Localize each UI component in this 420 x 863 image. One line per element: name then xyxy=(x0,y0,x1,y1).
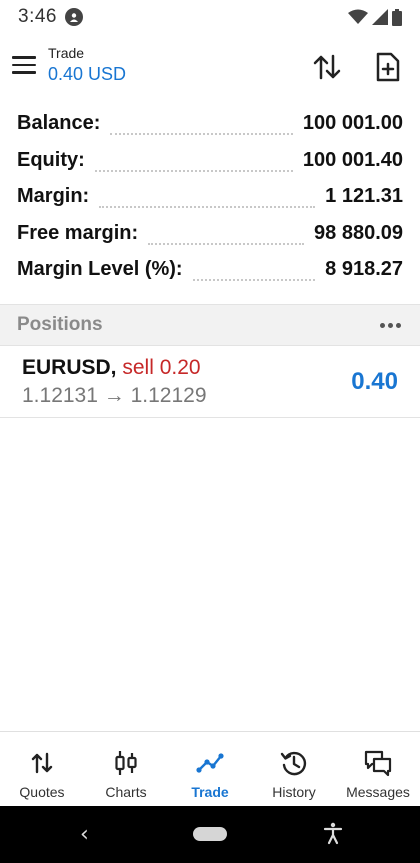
new-order-icon[interactable] xyxy=(374,52,402,82)
nav-label: Messages xyxy=(346,784,410,800)
trade-icon xyxy=(196,753,224,773)
nav-label: Trade xyxy=(191,784,229,800)
dot-leader xyxy=(110,125,293,136)
position-prices: 1.12131 → 1.12129 xyxy=(22,384,207,408)
summary-label: Equity: xyxy=(17,148,85,171)
position-profit: 0.40 xyxy=(351,368,398,395)
charts-icon xyxy=(115,751,137,775)
open-price: 1.12131 xyxy=(22,384,98,407)
summary-row-margin-level: Margin Level (%): 8 918.27 xyxy=(0,258,420,295)
more-options-icon[interactable] xyxy=(378,317,403,334)
summary-label: Margin Level (%): xyxy=(17,258,183,280)
quotes-icon xyxy=(31,752,53,774)
app-bar: Trade 0.40 USD xyxy=(0,34,420,98)
home-pill[interactable] xyxy=(193,827,227,841)
menu-icon[interactable] xyxy=(12,56,36,76)
positions-header: Positions xyxy=(0,304,420,346)
position-symbol: EURUSD, xyxy=(22,356,117,379)
summary-label: Balance: xyxy=(17,112,101,134)
bottom-nav: Quotes Charts Trade History Messages xyxy=(0,731,420,806)
profit-total: 0.40 USD xyxy=(48,64,127,84)
summary-value: 1 121.31 xyxy=(325,185,403,207)
arrow-right-icon: → xyxy=(103,384,125,407)
battery-icon xyxy=(392,8,402,26)
summary-row-balance: Balance: 100 001.00 xyxy=(0,112,420,149)
notification-icon xyxy=(64,8,83,26)
position-row[interactable]: EURUSD, sell 0.20 1.12131 → 1.12129 0.40 xyxy=(0,346,420,418)
nav-item-history[interactable]: History xyxy=(252,732,336,806)
summary-value: 100 001.40 xyxy=(302,148,403,171)
history-icon xyxy=(280,751,307,776)
summary-row-equity: Equity: 100 001.40 xyxy=(0,149,420,186)
summary-row-free-margin: Free margin: 98 880.09 xyxy=(0,222,420,259)
system-nav-bar: ‹ xyxy=(0,806,420,863)
wifi-icon xyxy=(348,9,368,24)
dot-leader xyxy=(148,235,305,245)
account-summary: Balance: 100 001.00 Equity: 100 001.40 M… xyxy=(0,112,420,295)
sort-icon[interactable] xyxy=(312,52,342,82)
signal-icon xyxy=(372,9,388,25)
position-title: EURUSD, sell 0.20 xyxy=(22,356,201,380)
accessibility-icon[interactable] xyxy=(321,821,345,845)
summary-value: 8 918.27 xyxy=(325,258,403,280)
title-block: Trade 0.40 USD xyxy=(48,45,126,85)
page-title: Trade xyxy=(48,45,85,61)
positions-title: Positions xyxy=(17,314,103,335)
messages-icon xyxy=(364,750,392,777)
dot-leader xyxy=(94,162,293,172)
summary-label: Margin: xyxy=(17,185,90,207)
nav-label: History xyxy=(272,784,316,800)
summary-value: 100 001.00 xyxy=(302,112,403,134)
nav-label: Quotes xyxy=(19,784,65,800)
dot-leader xyxy=(192,271,316,282)
summary-row-margin: Margin: 1 121.31 xyxy=(0,185,420,222)
nav-label: Charts xyxy=(105,784,147,800)
nav-item-trade[interactable]: Trade xyxy=(168,732,252,806)
nav-item-charts[interactable]: Charts xyxy=(84,732,168,806)
nav-item-messages[interactable]: Messages xyxy=(336,732,420,806)
nav-item-quotes[interactable]: Quotes xyxy=(0,732,84,806)
status-bar: 3:46 xyxy=(0,0,420,34)
summary-value: 98 880.09 xyxy=(314,221,403,244)
back-icon[interactable]: ‹ xyxy=(80,822,89,847)
dot-leader xyxy=(99,198,316,209)
status-time: 3:46 xyxy=(18,6,57,27)
position-side: sell 0.20 xyxy=(122,356,201,379)
current-price: 1.12129 xyxy=(130,384,207,407)
summary-label: Free margin: xyxy=(17,221,139,244)
